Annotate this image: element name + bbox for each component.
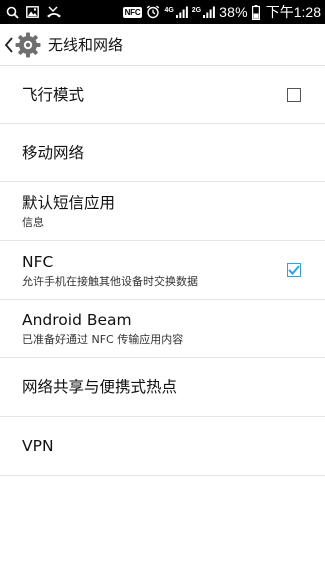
nfc-checkbox[interactable] [287,263,301,277]
list-item-default-sms-app[interactable]: 默认短信应用 信息 [0,182,325,241]
nfc-status-icon: NFC [122,6,143,18]
list-item-airplane-mode[interactable]: 飞行模式 [0,66,325,124]
signal-icon [203,6,216,18]
back-icon [4,36,14,54]
signal-icon [175,6,188,18]
row-subtitle: 已准备好通过 NFC 传输应用内容 [22,333,184,346]
list-item-mobile-network[interactable]: 移动网络 [0,124,325,182]
page-title: 无线和网络 [48,36,124,54]
settings-gear-icon [14,31,42,59]
battery-percentage: 38% [219,4,248,20]
row-title: 网络共享与便携式热点 [22,378,178,396]
row-title: 飞行模式 [22,85,85,104]
airplane-mode-checkbox[interactable] [287,87,301,102]
row-text: VPN [22,436,303,456]
row-title: NFC [22,252,54,271]
network-type-label-1: 4G [164,7,174,14]
status-bar-right: NFC 4G 2G 38% 下午1:28 [122,0,321,24]
battery-icon [251,4,260,20]
checkmark-icon [288,265,300,275]
row-text: 网络共享与便携式热点 [22,377,303,397]
row-text: 飞行模式 [22,85,287,105]
status-bar: NFC 4G 2G 38% 下午1:28 [0,0,325,24]
row-subtitle: 信息 [22,215,44,229]
screen: NFC 4G 2G 38% 下午1:28 无线和网络 飞行模式 移动网络 默认短… [0,0,325,578]
row-text: NFC 允许手机在接触其他设备时交换数据 [22,252,287,289]
row-text: 移动网络 [22,143,303,163]
row-title: 移动网络 [22,143,85,162]
back-button[interactable] [0,24,44,66]
row-subtitle: 允许手机在接触其他设备时交换数据 [22,274,198,288]
row-text: 默认短信应用 信息 [22,193,303,230]
action-bar: 无线和网络 [0,24,325,66]
row-title: Android Beam [22,311,132,329]
alarm-icon [146,5,160,19]
image-icon [26,6,39,18]
row-text: Android Beam 已准备好通过 NFC 传输应用内容 [22,310,303,347]
settings-list: 飞行模式 移动网络 默认短信应用 信息 NFC 允许手机在接触其他设备时交换数据 [0,66,325,476]
clock: 下午1:28 [265,4,321,20]
row-title: VPN [22,437,54,455]
list-item-tethering-hotspot[interactable]: 网络共享与便携式热点 [0,358,325,417]
row-title: 默认短信应用 [22,193,116,212]
list-item-nfc[interactable]: NFC 允许手机在接触其他设备时交换数据 [0,241,325,300]
status-bar-left [6,0,62,24]
search-icon [6,6,19,19]
list-item-vpn[interactable]: VPN [0,417,325,476]
network-type-label-2: 2G [191,7,202,14]
list-item-android-beam[interactable]: Android Beam 已准备好通过 NFC 传输应用内容 [0,300,325,358]
missed-call-icon [46,6,62,18]
